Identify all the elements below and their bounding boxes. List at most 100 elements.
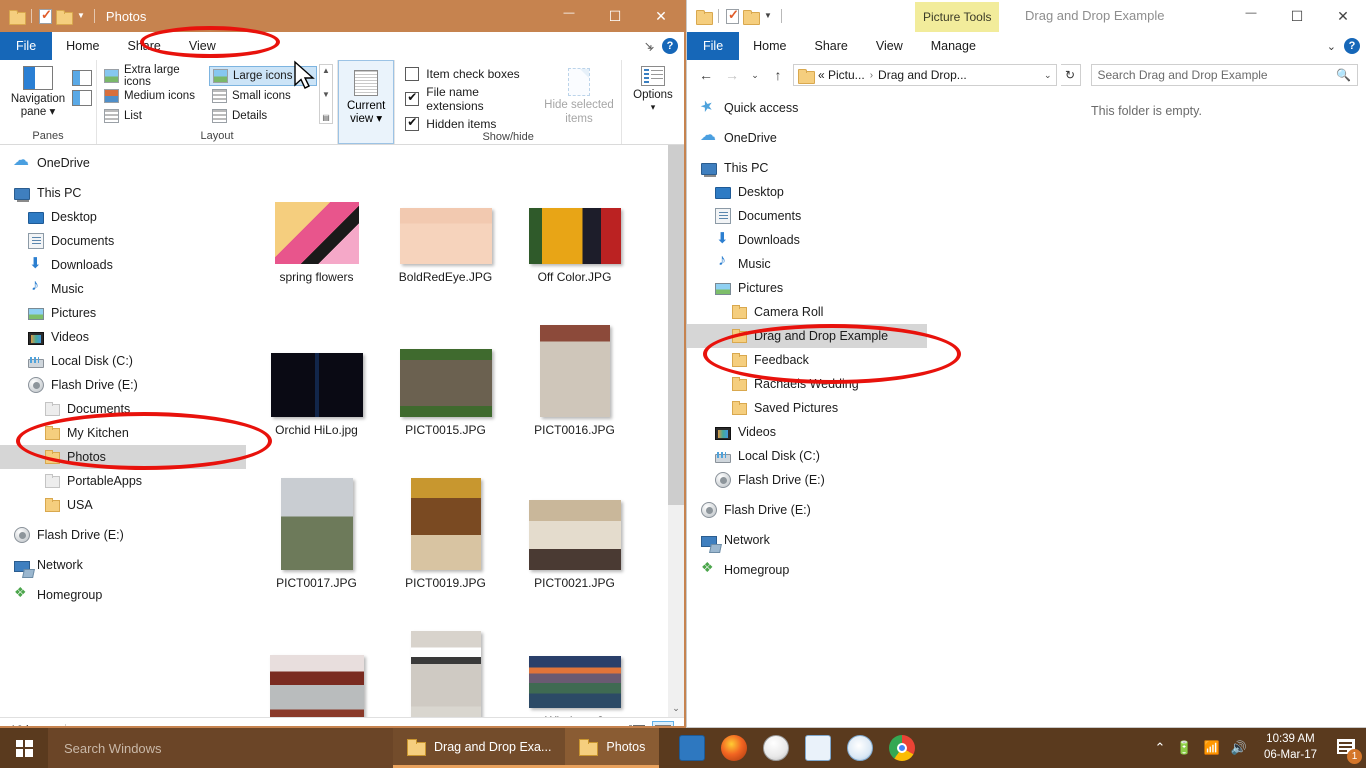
details-pane-icon[interactable] bbox=[72, 90, 92, 106]
right-navigation-tree[interactable]: Quick access OneDrive This PC Desktop Docume… bbox=[687, 90, 927, 727]
show-hide-checkboxes[interactable]: Item check boxes File name extensions Hi… bbox=[399, 64, 541, 131]
left-ribbon-right-controls[interactable]: ⇥ ? bbox=[640, 32, 678, 60]
file-item[interactable]: PICT0015.JPG bbox=[381, 288, 510, 441]
scroll-down-arrow-icon[interactable]: ⌄ bbox=[668, 700, 684, 717]
current-view-button[interactable]: Current view ▾ bbox=[338, 60, 395, 144]
right-ribbon-tabs[interactable]: File Home Share View Manage ⌄ ? bbox=[687, 32, 1366, 60]
recent-locations-icon[interactable]: ⌄ bbox=[747, 64, 763, 86]
tree-item-rachaels-wedding[interactable]: Rachaels Wedding bbox=[687, 372, 927, 396]
expand-gallery-icon[interactable]: ▤ bbox=[322, 113, 330, 122]
item-check-boxes-checkbox[interactable] bbox=[405, 67, 420, 81]
layout-extra-large-icons[interactable]: Extra large icons bbox=[101, 64, 209, 88]
taskbar-search-input[interactable]: Search Windows bbox=[48, 728, 393, 768]
tree-item-network[interactable]: Network bbox=[687, 528, 927, 552]
properties-icon[interactable] bbox=[726, 7, 739, 24]
tree-item-camera-roll[interactable]: Camera Roll bbox=[687, 300, 927, 324]
quick-access-toolbar[interactable]: ▼ bbox=[0, 0, 98, 32]
details-view-button[interactable] bbox=[626, 721, 648, 726]
tree-item-flash-drive-e[interactable]: Flash Drive (E:) bbox=[687, 498, 927, 522]
paint-icon[interactable] bbox=[847, 735, 874, 761]
new-folder-icon[interactable] bbox=[56, 9, 73, 25]
left-view-buttons[interactable] bbox=[626, 720, 674, 726]
right-window-titlebar[interactable]: ▼ Picture Tools Drag and Drop Example bbox=[687, 0, 1366, 32]
right-content-pane[interactable]: This folder is empty. bbox=[927, 90, 1366, 727]
layout-medium-icons[interactable]: Medium icons bbox=[101, 86, 209, 106]
volume-icon[interactable]: 🔊 bbox=[1231, 740, 1247, 756]
tree-item-usa[interactable]: USA bbox=[0, 493, 246, 517]
tree-item-drag-and-drop-example[interactable]: Drag and Drop Example bbox=[687, 324, 927, 348]
breadcrumb-pictures[interactable]: « Pictu... bbox=[818, 68, 865, 82]
contextual-tab-picture-tools[interactable]: Picture Tools bbox=[915, 2, 1000, 32]
preview-pane-icon[interactable] bbox=[72, 70, 92, 86]
start-button[interactable] bbox=[0, 728, 48, 768]
layout-large-icons[interactable]: Large icons bbox=[209, 66, 317, 86]
chevron-down-icon[interactable]: ▼ bbox=[762, 12, 774, 20]
drag-and-drop-example-explorer-window[interactable]: ▼ Picture Tools Drag and Drop Example Fi… bbox=[686, 0, 1366, 728]
right-ribbon-right-controls[interactable]: ⌄ ? bbox=[1327, 32, 1360, 60]
tree-item-saved-pictures[interactable]: Saved Pictures bbox=[687, 396, 927, 420]
tree-item-portableapps[interactable]: PortableApps bbox=[0, 469, 246, 493]
tab-view[interactable]: View bbox=[175, 32, 230, 60]
action-center-button[interactable]: 1 bbox=[1334, 735, 1362, 764]
wordpad-icon[interactable] bbox=[805, 735, 832, 761]
tree-item-homegroup[interactable]: Homegroup bbox=[687, 558, 927, 582]
large-icons-view-button[interactable] bbox=[652, 720, 674, 726]
tree-item-feedback[interactable]: Feedback bbox=[687, 348, 927, 372]
file-grid[interactable]: spring flowers BoldRedEye.JPG Off Color.JP… bbox=[246, 145, 668, 717]
tree-item-my-kitchen[interactable]: My Kitchen bbox=[0, 421, 246, 445]
tree-item-pictures[interactable]: Pictures bbox=[0, 301, 246, 325]
tree-item-quick-access[interactable]: Quick access bbox=[687, 96, 927, 120]
battery-icon[interactable]: 🔋 bbox=[1176, 740, 1192, 756]
taskbar[interactable]: Search Windows Drag and Drop Exa... Phot… bbox=[0, 728, 1366, 768]
clock[interactable]: 10:39 AM 06-Mar-17 bbox=[1258, 732, 1323, 763]
layout-options-list[interactable]: Extra large icons Large icons Medium ico… bbox=[101, 64, 317, 126]
pin-ribbon-icon[interactable]: ⇥ bbox=[640, 37, 657, 54]
navigation-pane-button[interactable]: Navigation pane ▾ bbox=[4, 64, 72, 119]
tree-item-pictures[interactable]: Pictures bbox=[687, 276, 927, 300]
close-button[interactable] bbox=[638, 0, 684, 32]
hidden-items-checkbox[interactable] bbox=[405, 115, 420, 131]
tree-item-music[interactable]: Music bbox=[687, 252, 927, 276]
tree-item-network[interactable]: Network bbox=[0, 553, 246, 577]
minimize-button[interactable] bbox=[1228, 0, 1274, 32]
maximize-button[interactable] bbox=[1274, 0, 1320, 32]
file-item[interactable]: Orchid HiLo.jpg bbox=[252, 288, 381, 441]
file-item[interactable]: BoldRedEye.JPG bbox=[381, 145, 510, 288]
refresh-button[interactable]: ↻ bbox=[1060, 64, 1081, 86]
show-hidden-icons-chevron-icon[interactable]: ⌃ bbox=[1154, 740, 1165, 756]
tab-home[interactable]: Home bbox=[739, 32, 800, 60]
left-navigation-tree[interactable]: OneDrive This PC Desktop Documents Downloads… bbox=[0, 145, 246, 717]
tab-home[interactable]: Home bbox=[52, 32, 113, 60]
taskbar-pinned-apps[interactable] bbox=[659, 735, 916, 761]
close-button[interactable] bbox=[1320, 0, 1366, 32]
breadcrumb[interactable]: « Pictu... › Drag and Drop... ⌄ bbox=[793, 64, 1057, 86]
layout-scroll-arrows[interactable]: ▲ ▼ ▤ bbox=[319, 64, 333, 124]
file-item[interactable]: Windows 8 Desktop.jpg bbox=[510, 594, 639, 717]
tree-item-photos[interactable]: Photos bbox=[0, 445, 246, 469]
help-icon[interactable]: ? bbox=[662, 38, 678, 54]
taskbar-button-drag-and-drop[interactable]: Drag and Drop Exa... bbox=[393, 728, 566, 768]
firefox-icon[interactable] bbox=[721, 735, 748, 761]
left-window-titlebar[interactable]: ▼ Photos bbox=[0, 0, 684, 32]
tree-item-documents[interactable]: Documents bbox=[0, 397, 246, 421]
left-caption-buttons[interactable] bbox=[546, 0, 684, 32]
system-tray[interactable]: ⌃ 🔋 📶 🔊 10:39 AM 06-Mar-17 1 bbox=[1154, 732, 1366, 764]
help-icon[interactable]: ? bbox=[1344, 38, 1360, 54]
tree-item-local-disk-c[interactable]: Local Disk (C:) bbox=[0, 349, 246, 373]
breadcrumb-dropdown-icon[interactable]: ⌄ bbox=[1044, 70, 1052, 81]
new-folder-icon[interactable] bbox=[743, 9, 760, 25]
scroll-down-icon[interactable]: ▼ bbox=[322, 90, 330, 99]
tree-item-videos[interactable]: Videos bbox=[687, 420, 927, 444]
file-item[interactable]: PICT0041.JPG bbox=[381, 594, 510, 717]
minimize-button[interactable] bbox=[546, 0, 592, 32]
layout-small-icons[interactable]: Small icons bbox=[209, 86, 317, 106]
chevron-down-icon[interactable]: ▼ bbox=[75, 12, 87, 20]
tree-item-this-pc[interactable]: This PC bbox=[0, 181, 246, 205]
layout-list[interactable]: List bbox=[101, 106, 209, 126]
breadcrumb-current[interactable]: Drag and Drop... bbox=[878, 68, 967, 82]
pane-toggles[interactable] bbox=[72, 64, 92, 108]
left-content-pane[interactable]: spring flowers BoldRedEye.JPG Off Color.JP… bbox=[246, 145, 684, 717]
taskbar-button-photos[interactable]: Photos bbox=[565, 728, 660, 768]
layout-details[interactable]: Details bbox=[209, 106, 317, 126]
tree-item-onedrive[interactable]: OneDrive bbox=[687, 125, 927, 150]
